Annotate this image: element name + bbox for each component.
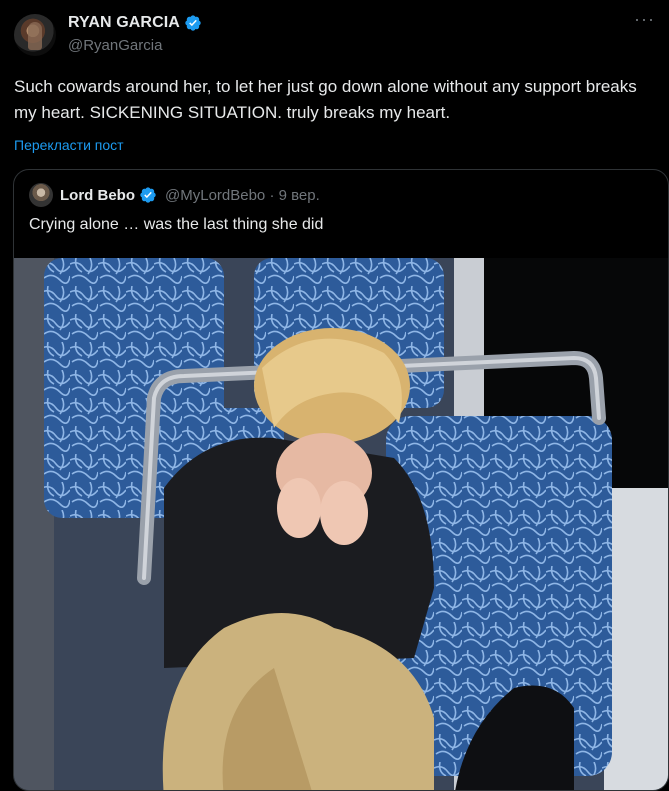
- author-avatar[interactable]: [14, 14, 56, 56]
- tweet: RYAN GARCIA @RyanGarcia ··· Such cowards…: [0, 0, 669, 791]
- quoted-media-image[interactable]: [14, 258, 668, 790]
- verified-badge-icon: [185, 15, 201, 31]
- quoted-author-name[interactable]: Lord Bebo: [60, 187, 135, 204]
- quoted-author-handle-and-date[interactable]: @MyLordBebo · 9 вер.: [165, 187, 320, 204]
- more-options-icon[interactable]: ···: [634, 10, 655, 28]
- post-text: Such cowards around her, to let her just…: [14, 77, 637, 122]
- author-name[interactable]: RYAN GARCIA: [68, 14, 180, 32]
- verified-badge-icon: [140, 187, 156, 203]
- media-photo: [14, 258, 668, 790]
- quoted-tweet[interactable]: Lord Bebo @MyLordBebo · 9 вер. Crying al…: [13, 169, 669, 791]
- quoted-post-text: Crying alone … was the last thing she di…: [29, 216, 324, 233]
- quoted-author-avatar[interactable]: [29, 183, 53, 207]
- translate-post-link[interactable]: Перекласти пост: [14, 137, 124, 153]
- author-handle[interactable]: @RyanGarcia: [68, 37, 202, 54]
- quoted-author-header: Lord Bebo @MyLordBebo · 9 вер.: [60, 183, 320, 207]
- author-header: RYAN GARCIA @RyanGarcia: [68, 12, 202, 54]
